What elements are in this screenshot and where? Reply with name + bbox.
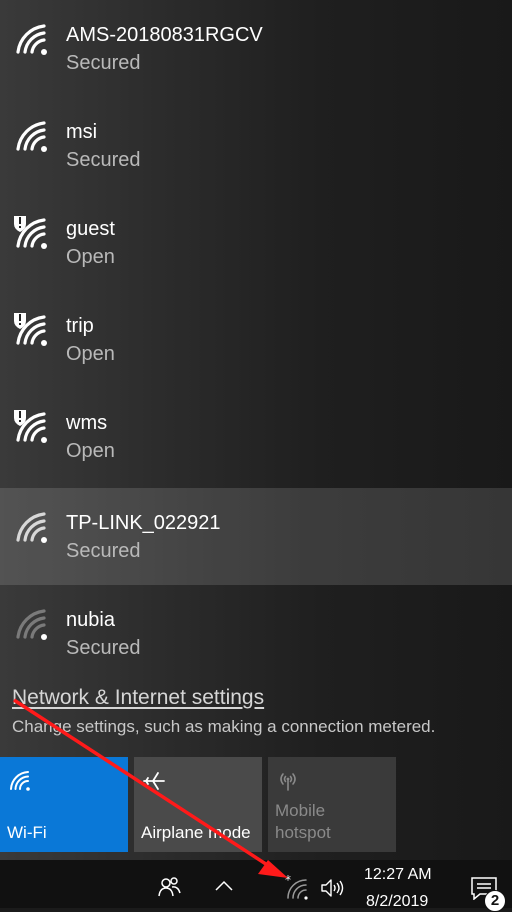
wifi-secured-icon	[16, 24, 47, 55]
wifi-tile-label: Wi-Fi	[7, 823, 47, 842]
clock-time[interactable]: 12:27 AM	[364, 866, 432, 884]
network-name: TP-LINK_022921	[66, 512, 221, 534]
mobile-hotspot-tile[interactable]: Mobile hotspot	[268, 757, 396, 852]
wifi-open-warning-icon	[14, 313, 47, 346]
network-status: Secured	[66, 149, 141, 171]
network-item-trip[interactable]: trip Open	[0, 291, 512, 388]
network-name: trip	[66, 315, 94, 337]
network-name: guest	[66, 218, 115, 240]
hotspot-icon	[280, 773, 296, 791]
network-status: Secured	[66, 540, 141, 562]
network-status: Open	[66, 440, 115, 462]
airplane-icon	[143, 772, 165, 790]
hotspot-tile-label: Mobile hotspot	[275, 800, 331, 844]
network-settings-description: Change settings, such as making a connec…	[12, 717, 436, 736]
network-status: Open	[66, 246, 115, 268]
network-item-nubia[interactable]: nubia Secured	[0, 585, 512, 682]
network-name: msi	[66, 121, 98, 143]
airplane-tile-label: Airplane mode	[141, 823, 251, 842]
wifi-weak-icon	[16, 609, 47, 640]
taskbar: *	[0, 860, 512, 908]
clock-date[interactable]: 8/2/2019	[366, 893, 428, 911]
network-settings-link[interactable]: Network & Internet settings	[12, 686, 264, 710]
network-status: Open	[66, 343, 115, 365]
notification-count-badge: 2	[484, 890, 506, 912]
wifi-tray-icon[interactable]: *	[282, 874, 310, 900]
volume-icon[interactable]	[320, 878, 346, 898]
people-icon[interactable]	[158, 876, 182, 898]
network-item-ams[interactable]: AMS-20180831RGCV Secured	[0, 0, 512, 97]
network-item-tp-link[interactable]: TP-LINK_022921 Secured	[0, 488, 512, 585]
wifi-open-warning-icon	[14, 410, 47, 443]
network-item-wms[interactable]: wms Open	[0, 388, 512, 485]
network-name: wms	[66, 412, 108, 434]
network-item-msi[interactable]: msi Secured	[0, 97, 512, 194]
hotspot-label-line1: Mobile	[275, 801, 326, 820]
network-name: nubia	[66, 609, 115, 631]
network-flyout: AMS-20180831RGCV Secured msi Secured gue…	[0, 0, 512, 860]
wifi-icon	[10, 771, 30, 791]
svg-text:*: *	[285, 874, 291, 887]
network-status: Secured	[66, 52, 141, 74]
wifi-secured-icon	[16, 121, 47, 152]
hotspot-label-line2: hotspot	[275, 823, 331, 842]
wifi-toggle-tile[interactable]: Wi-Fi	[0, 757, 128, 852]
network-name: AMS-20180831RGCV	[66, 24, 263, 46]
airplane-mode-tile[interactable]: Airplane mode	[134, 757, 262, 852]
chevron-up-icon[interactable]	[214, 880, 234, 892]
network-item-guest[interactable]: guest Open	[0, 194, 512, 291]
wifi-secured-icon	[16, 512, 47, 543]
wifi-open-warning-icon	[14, 216, 47, 249]
network-status: Secured	[66, 637, 141, 659]
